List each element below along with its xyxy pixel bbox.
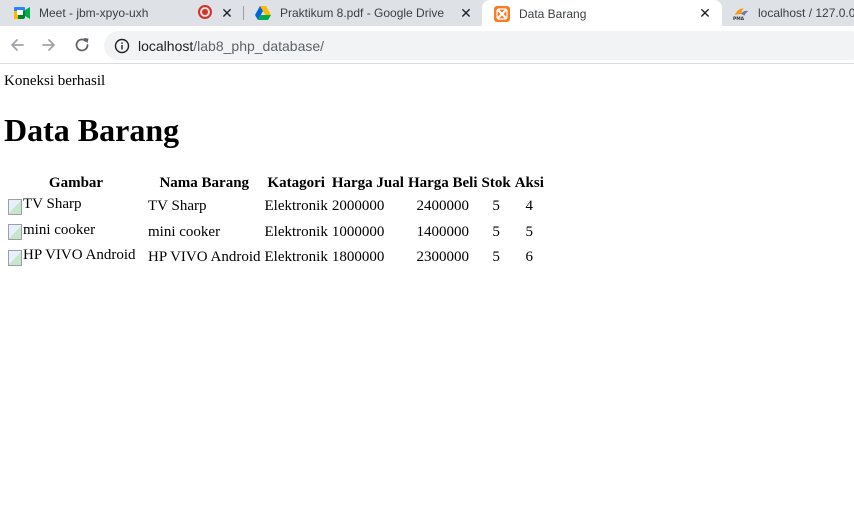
browser-toolbar: localhost/lab8_php_database/ xyxy=(0,26,854,64)
broken-image-icon xyxy=(8,224,22,240)
table-header-row: Gambar Nama Barang Katagori Harga Jual H… xyxy=(7,173,545,193)
cell-harga-jual: 1000000 xyxy=(331,223,385,240)
image-alt-text: HP VIVO Android xyxy=(23,247,136,263)
broken-image-icon xyxy=(8,198,22,215)
reload-icon[interactable] xyxy=(71,34,93,56)
url-text: localhost/lab8_php_database/ xyxy=(138,38,324,54)
connection-status: Koneksi berhasil xyxy=(4,73,106,89)
cell-nama-barang: HP VIVO Android xyxy=(148,249,261,266)
cell-katagori: Elektronik xyxy=(264,223,328,240)
svg-text:PMA: PMA xyxy=(733,16,745,21)
close-tab-icon[interactable]: ✕ xyxy=(457,4,475,22)
close-tab-icon[interactable]: ✕ xyxy=(218,4,236,22)
column-header-stok: Stok xyxy=(481,174,511,191)
cell-stok: 5 xyxy=(492,223,500,240)
column-header-harga-beli: Harga Beli xyxy=(407,174,478,191)
google-meet-icon xyxy=(14,5,30,21)
tab-google-drive[interactable]: Praktikum 8.pdf - Google Drive ✕ xyxy=(244,0,481,26)
table-row: HP VIVO Android HP VIVO Android Elektron… xyxy=(7,246,545,270)
broken-image-icon xyxy=(8,249,22,266)
cell-harga-beli: 2400000 xyxy=(416,198,469,215)
column-header-aksi: Aksi xyxy=(514,174,544,191)
tab-title: Praktikum 8.pdf - Google Drive xyxy=(280,6,445,20)
close-tab-icon[interactable]: ✕ xyxy=(696,4,714,22)
cell-stok: 5 xyxy=(492,198,500,215)
cell-harga-beli: 1400000 xyxy=(416,223,469,240)
cell-harga-jual: 1800000 xyxy=(331,249,385,266)
cell-harga-jual: 2000000 xyxy=(331,198,385,215)
product-image: HP VIVO Android xyxy=(7,246,145,270)
tab-meet[interactable]: Meet - jbm-xpyo-uxh ✕ xyxy=(0,0,242,26)
url-path: /lab8_php_database/ xyxy=(193,37,325,54)
column-header-harga-jual: Harga Jual xyxy=(331,174,404,191)
tab-title: Meet - jbm-xpyo-uxh xyxy=(39,6,149,20)
product-image: TV Sharp xyxy=(7,195,145,219)
address-bar[interactable]: localhost/lab8_php_database/ xyxy=(104,31,854,60)
tab-title: Data Barang xyxy=(519,6,587,21)
cell-katagori: Elektronik xyxy=(264,249,328,266)
cell-stok: 5 xyxy=(492,249,500,266)
product-image: mini cooker xyxy=(7,221,145,245)
site-info-icon[interactable] xyxy=(114,38,130,54)
phpmyadmin-icon: PMA xyxy=(733,5,749,21)
url-host: localhost xyxy=(138,37,194,54)
page-title: Data Barang xyxy=(4,112,180,148)
cell-harga-beli: 2300000 xyxy=(416,249,469,266)
tab-data-barang[interactable]: Data Barang ✕ xyxy=(482,0,722,27)
recording-indicator-icon xyxy=(198,5,212,19)
cell-katagori: Elektronik xyxy=(264,198,328,215)
cell-aksi: 6 xyxy=(525,249,534,266)
table-row: mini cooker mini cooker Elektronik 10000… xyxy=(7,221,545,245)
column-header-gambar: Gambar xyxy=(48,174,104,191)
cell-nama-barang: TV Sharp xyxy=(148,198,207,215)
table-row: TV Sharp TV Sharp Elektronik 2000000 240… xyxy=(7,195,545,219)
cell-aksi: 5 xyxy=(525,223,534,240)
image-alt-text: TV Sharp xyxy=(23,196,82,212)
xampp-icon xyxy=(494,5,510,22)
tab-strip: Meet - jbm-xpyo-uxh ✕ Praktikum 8.pdf - … xyxy=(0,0,854,27)
data-table: Gambar Nama Barang Katagori Harga Jual H… xyxy=(5,171,547,272)
google-drive-icon xyxy=(255,5,271,21)
column-header-katagori: Katagori xyxy=(267,174,325,191)
page-content: Koneksi berhasil Data Barang Gambar Nama… xyxy=(0,65,854,523)
cell-aksi: 4 xyxy=(525,198,534,215)
image-alt-text: mini cooker xyxy=(23,221,96,238)
cell-nama-barang: mini cooker xyxy=(148,223,221,240)
tab-phpmyadmin[interactable]: PMA localhost / 127.0.0.1 xyxy=(722,0,854,26)
column-header-nama-barang: Nama Barang xyxy=(159,174,250,191)
back-icon[interactable] xyxy=(6,34,28,56)
tab-title: localhost / 127.0.0.1 xyxy=(758,6,854,20)
forward-icon[interactable] xyxy=(38,34,60,56)
